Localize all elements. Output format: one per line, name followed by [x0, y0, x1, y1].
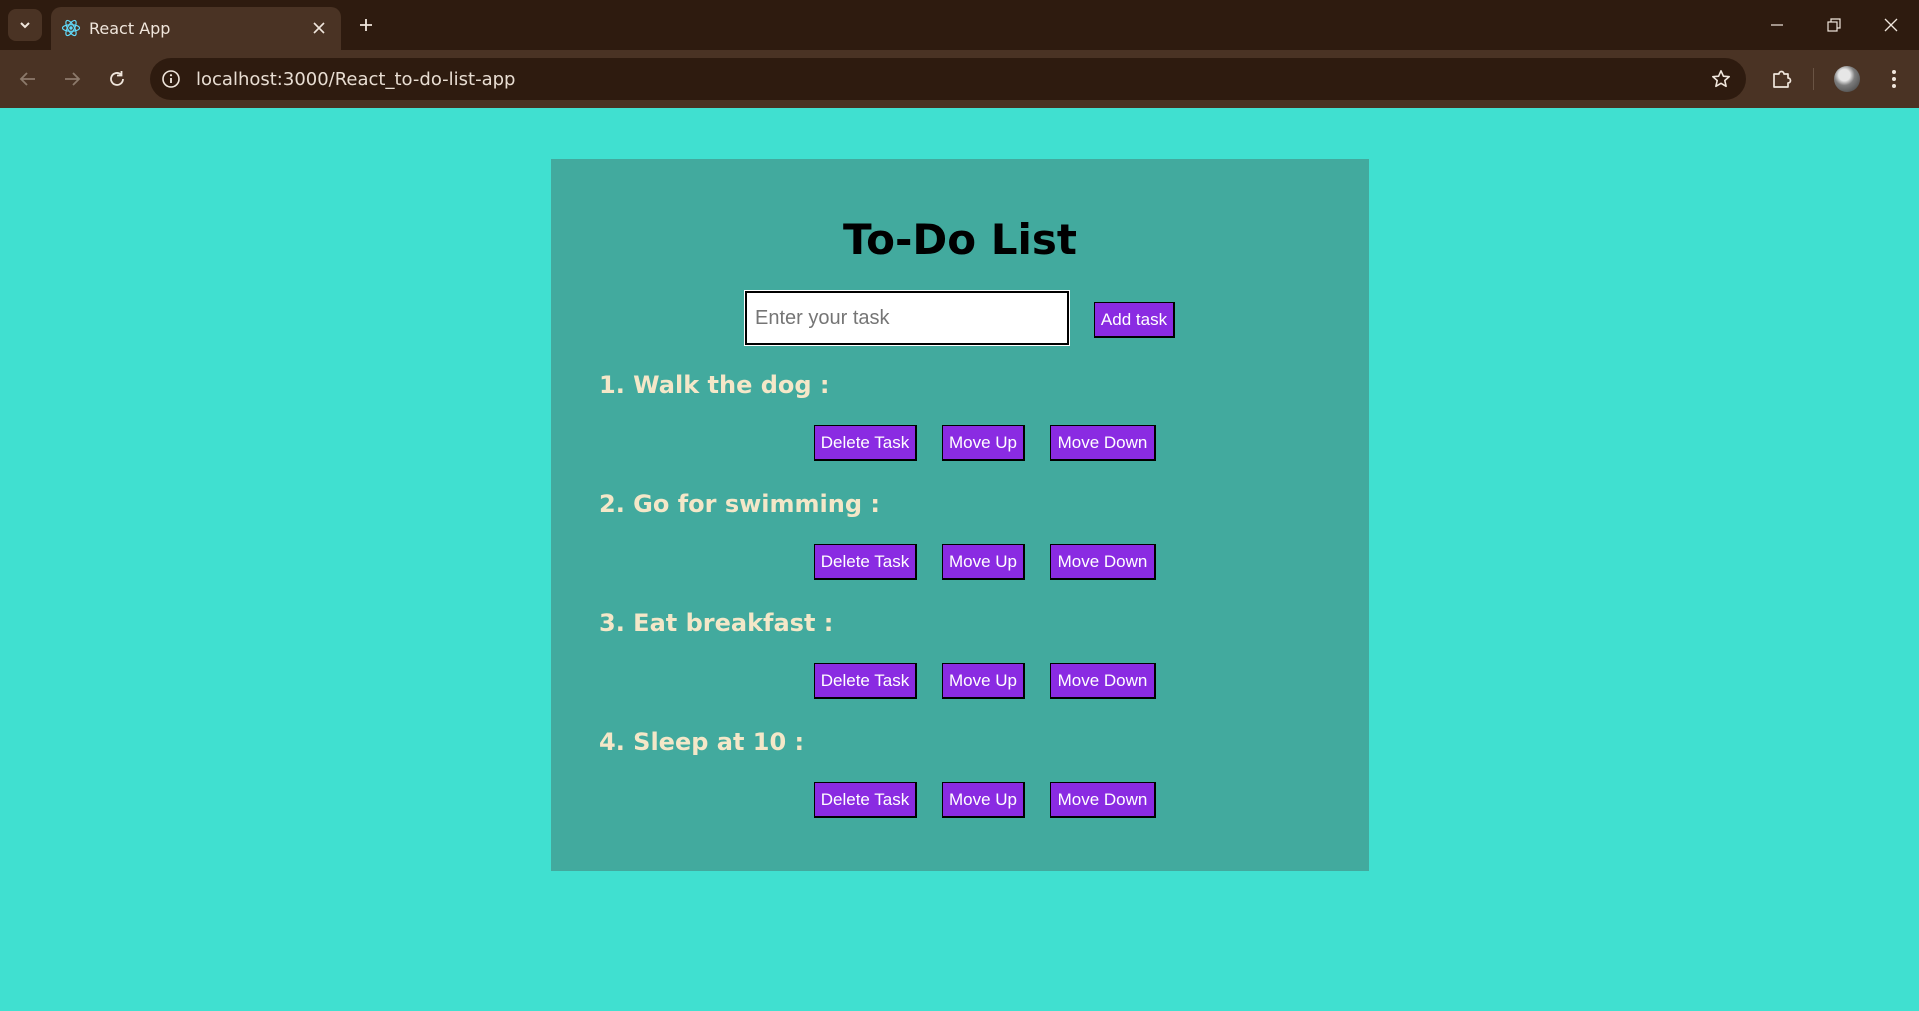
- back-arrow-icon: [19, 72, 35, 86]
- restore-icon: [1827, 18, 1841, 32]
- reload-icon: [110, 71, 124, 86]
- move-up-button[interactable]: Move Up: [942, 782, 1025, 818]
- task-label: 3. Eat breakfast :: [599, 609, 834, 637]
- reload-button[interactable]: [102, 64, 132, 94]
- move-down-button[interactable]: Move Down: [1050, 544, 1156, 580]
- task-label: 1. Walk the dog :: [599, 371, 830, 399]
- close-icon: [313, 22, 325, 34]
- toolbar-divider: [1813, 68, 1814, 90]
- browser-toolbar: localhost:3000/React_to-do-list-app: [0, 50, 1919, 108]
- extensions-button[interactable]: [1767, 64, 1797, 94]
- puzzle-icon: [1773, 70, 1792, 88]
- minimize-icon: [1771, 24, 1783, 26]
- page-title: To-Do List: [843, 215, 1077, 264]
- profile-button[interactable]: [1832, 64, 1862, 94]
- delete-task-button[interactable]: Delete Task: [814, 663, 917, 699]
- move-down-button[interactable]: Move Down: [1050, 782, 1156, 818]
- move-down-button[interactable]: Move Down: [1050, 663, 1156, 699]
- chevron-down-icon: [20, 22, 30, 29]
- move-up-button[interactable]: Move Up: [942, 425, 1025, 461]
- restore-button[interactable]: [1814, 10, 1854, 40]
- tab-title: React App: [89, 19, 171, 38]
- new-tab-button[interactable]: [353, 12, 379, 38]
- site-info-button[interactable]: [160, 68, 182, 90]
- delete-task-button[interactable]: Delete Task: [814, 544, 917, 580]
- info-icon: [162, 70, 180, 88]
- todo-container: To-Do List Add task 1. Walk the dog : De…: [551, 159, 1369, 871]
- delete-task-button[interactable]: Delete Task: [814, 425, 917, 461]
- delete-task-button[interactable]: Delete Task: [814, 782, 917, 818]
- window-close-button[interactable]: [1871, 10, 1911, 40]
- move-up-button[interactable]: Move Up: [942, 663, 1025, 699]
- forward-button[interactable]: [57, 64, 87, 94]
- move-down-button[interactable]: Move Down: [1050, 425, 1156, 461]
- task-label: 2. Go for swimming :: [599, 490, 880, 518]
- tab-close-button[interactable]: [309, 18, 329, 38]
- tab-search-button[interactable]: [8, 9, 42, 41]
- browser-tab-strip: React App: [0, 0, 1919, 50]
- forward-arrow-icon: [65, 72, 81, 86]
- back-button[interactable]: [13, 64, 43, 94]
- task-input[interactable]: [744, 290, 1070, 346]
- add-task-button[interactable]: Add task: [1094, 302, 1175, 338]
- react-icon: [61, 19, 81, 37]
- task-label: 4. Sleep at 10 :: [599, 728, 805, 756]
- move-up-button[interactable]: Move Up: [942, 544, 1025, 580]
- minimize-button[interactable]: [1757, 10, 1797, 40]
- url-text: localhost:3000/React_to-do-list-app: [196, 69, 516, 90]
- avatar: [1834, 66, 1860, 92]
- address-bar[interactable]: localhost:3000/React_to-do-list-app: [150, 58, 1746, 100]
- kebab-menu-icon: [1892, 70, 1896, 88]
- bookmark-button[interactable]: [1710, 68, 1732, 90]
- plus-icon: [360, 19, 372, 31]
- star-icon: [1712, 70, 1730, 88]
- close-icon: [1884, 18, 1898, 32]
- browser-menu-button[interactable]: [1879, 64, 1909, 94]
- browser-tab-active[interactable]: React App: [51, 7, 341, 50]
